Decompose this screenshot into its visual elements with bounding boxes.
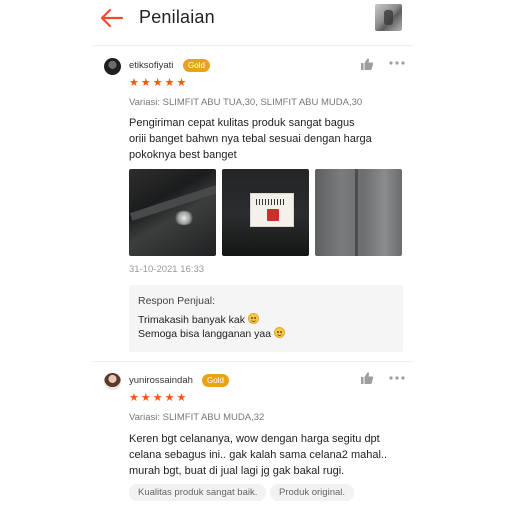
review-text-line: Keren bgt celananya, wow dengan harga se…: [129, 433, 380, 445]
smile-emoji-icon: [247, 313, 259, 324]
avatar[interactable]: [104, 58, 121, 75]
star-rating: ★★★★★: [129, 77, 189, 89]
thumbs-up-icon[interactable]: [360, 371, 374, 385]
review-photo[interactable]: [315, 169, 402, 256]
back-arrow-icon[interactable]: [100, 8, 124, 28]
header-divider: [93, 45, 413, 46]
reviewer-name[interactable]: yunirossaindah: [129, 375, 193, 386]
seller-response-line: Semoga bisa langganan yaa: [138, 328, 272, 340]
seller-response-label: Respon Penjual:: [138, 295, 216, 307]
review-photo[interactable]: [129, 169, 216, 256]
review-text-line: Pengiriman cepat kulitas produk sangat b…: [129, 117, 355, 129]
thumbs-up-icon[interactable]: [360, 57, 374, 71]
review-date: 31-10-2021 16:33: [129, 264, 205, 275]
page-title: Penilaian: [139, 7, 215, 27]
seller-response: Respon Penjual: Trimakasih banyak kak Se…: [129, 285, 403, 352]
avatar[interactable]: [104, 373, 121, 390]
review-text-line: celana sebagus ini.. gak kalah sama cela…: [129, 449, 388, 461]
review-divider: [93, 361, 413, 362]
review-text: Keren bgt celananya, wow dengan harga se…: [129, 431, 409, 479]
review-text-line: murah bgt, buat di jual lagi jg gak baka…: [129, 465, 345, 477]
product-thumbnail[interactable]: [375, 4, 402, 31]
variant-text: Variasi: SLIMFIT ABU TUA,30, SLIMFIT ABU…: [129, 97, 363, 108]
star-rating: ★★★★★: [129, 392, 189, 404]
review-tag-chip[interactable]: Produk original.: [270, 484, 355, 501]
page-header: Penilaian: [0, 0, 506, 40]
more-options-icon[interactable]: [389, 375, 405, 381]
review-text-line: pokoknya best banget: [129, 149, 237, 161]
gold-badge: Gold: [202, 374, 229, 387]
gold-badge: Gold: [183, 59, 210, 72]
reviewer-name[interactable]: etiksofiyati: [129, 60, 173, 71]
review-photo[interactable]: [222, 169, 309, 256]
wink-emoji-icon: [274, 327, 286, 338]
review-text: Pengiriman cepat kulitas produk sangat b…: [129, 115, 409, 163]
review-tag-chip[interactable]: Kualitas produk sangat baik.: [129, 484, 267, 501]
seller-response-text: Trimakasih banyak kak Semoga bisa langga…: [138, 313, 286, 341]
variant-text: Variasi: SLIMFIT ABU MUDA,32: [129, 412, 265, 423]
review-text-line: oriii banget bahwn nya tebal sesuai deng…: [129, 133, 372, 145]
seller-response-line: Trimakasih banyak kak: [138, 314, 245, 326]
more-options-icon[interactable]: [389, 60, 405, 66]
